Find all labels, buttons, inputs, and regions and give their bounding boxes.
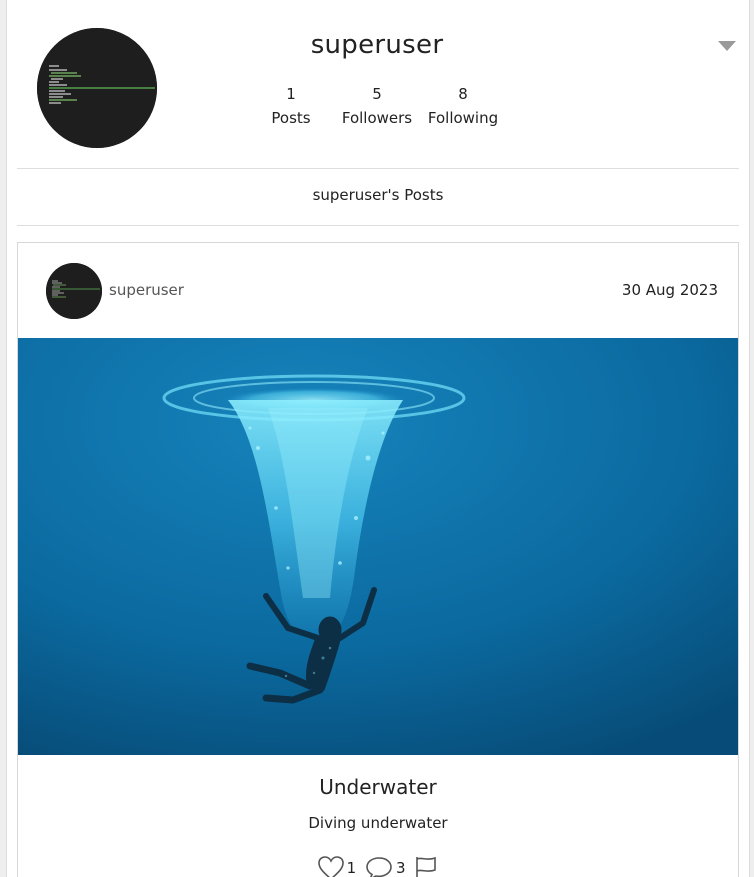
stat-following-count: 8 [458,85,468,103]
terminal-screenshot-avatar-art [46,263,102,319]
comment-bubble-icon[interactable] [364,855,394,877]
post-actions: 1 3 [18,855,738,877]
stat-posts-label: Posts [271,109,311,127]
report-action [413,855,439,877]
comment-count: 3 [396,859,406,877]
stat-followers-count: 5 [372,85,382,103]
profile-menu-button[interactable] [717,38,737,52]
stat-followers-label: Followers [341,109,413,127]
comment-action: 3 [364,855,409,877]
underwater-diver-image [18,338,738,755]
post-date: 30 Aug 2023 [621,281,718,299]
profile-stats: 1 Posts 5 Followers 8 Following [7,84,749,134]
stat-posts-count: 1 [286,85,296,103]
like-count: 1 [346,859,357,877]
post-author-name[interactable]: superuser [109,281,184,299]
like-action: 1 [317,855,360,877]
header-divider [17,168,739,169]
post-description: Diving underwater [308,814,448,832]
stat-posts[interactable]: 1 Posts [241,84,341,132]
stat-following-label: Following [427,109,499,127]
post-card: superuser 30 Aug 2023 Underwater Diving … [17,242,739,877]
post-title: Underwater [319,775,437,799]
posts-heading-divider [17,225,739,226]
post-author-avatar[interactable] [46,263,102,319]
stat-following[interactable]: 8 Following [413,84,513,132]
flag-icon[interactable] [413,855,439,877]
heart-icon[interactable] [317,855,345,877]
profile-page: superuser 1 Posts 5 Followers 8 Followin… [6,0,750,877]
post-image[interactable] [18,338,738,755]
profile-username: superuser [310,30,444,60]
caret-down-icon [718,41,736,51]
posts-section-heading: superuser's Posts [312,186,444,204]
stat-followers[interactable]: 5 Followers [327,84,427,132]
